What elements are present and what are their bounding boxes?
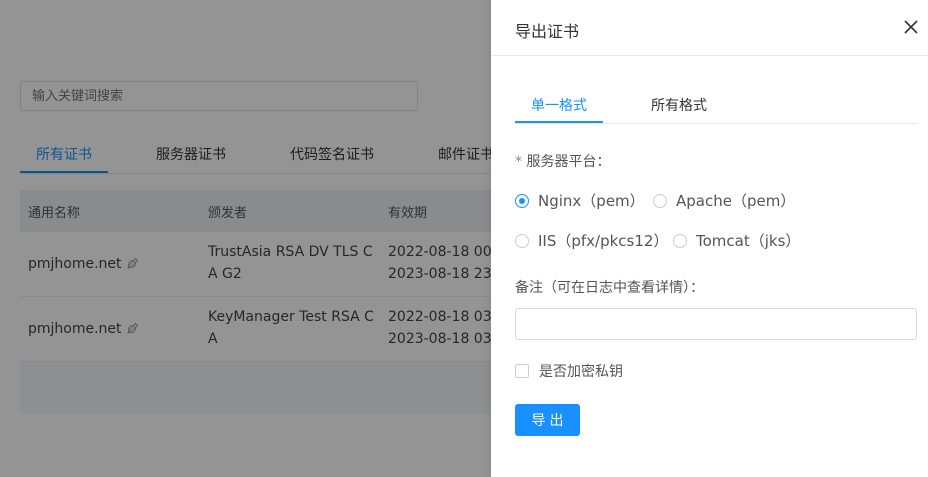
note-input[interactable] xyxy=(515,308,917,340)
platform-label: * 服务器平台： xyxy=(515,151,610,171)
close-icon[interactable] xyxy=(902,18,920,36)
radio-dot xyxy=(653,193,667,208)
radio-nginx[interactable]: Nginx（pem） xyxy=(515,190,645,211)
radio-dot xyxy=(673,233,687,248)
drawer-header: 导出证书 xyxy=(491,0,928,56)
format-tabs: 单一格式 所有格式 xyxy=(515,88,917,124)
radio-label: IIS（pfx/pkcs12） xyxy=(538,232,669,250)
drawer-title: 导出证书 xyxy=(515,22,580,41)
radio-apache[interactable]: Apache（pem） xyxy=(653,190,795,211)
radio-label: Nginx（pem） xyxy=(538,192,645,210)
tab-all-formats[interactable]: 所有格式 xyxy=(651,95,707,115)
required-mark: * xyxy=(515,154,522,170)
radio-dot xyxy=(515,233,529,248)
tab-single-format[interactable]: 单一格式 xyxy=(531,95,587,115)
checkbox-label: 是否加密私钥 xyxy=(539,364,623,380)
export-button[interactable]: 导出 xyxy=(515,404,580,436)
active-tab-indicator xyxy=(515,121,603,123)
radio-label: Apache（pem） xyxy=(676,192,796,210)
radio-tomcat[interactable]: Tomcat（jks） xyxy=(673,230,800,251)
encrypt-private-key-checkbox[interactable]: 是否加密私钥 xyxy=(515,361,623,381)
checkbox-box xyxy=(515,364,529,378)
radio-label: Tomcat（jks） xyxy=(696,232,801,250)
radio-dot xyxy=(515,193,529,208)
export-certificate-drawer: 导出证书 单一格式 所有格式 * 服务器平台： Nginx（pem） Apach… xyxy=(491,0,928,477)
platform-label-text: 服务器平台： xyxy=(526,154,611,170)
radio-iis[interactable]: IIS（pfx/pkcs12） xyxy=(515,230,668,251)
note-label: 备注（可在日志中查看详情）： xyxy=(515,280,704,296)
